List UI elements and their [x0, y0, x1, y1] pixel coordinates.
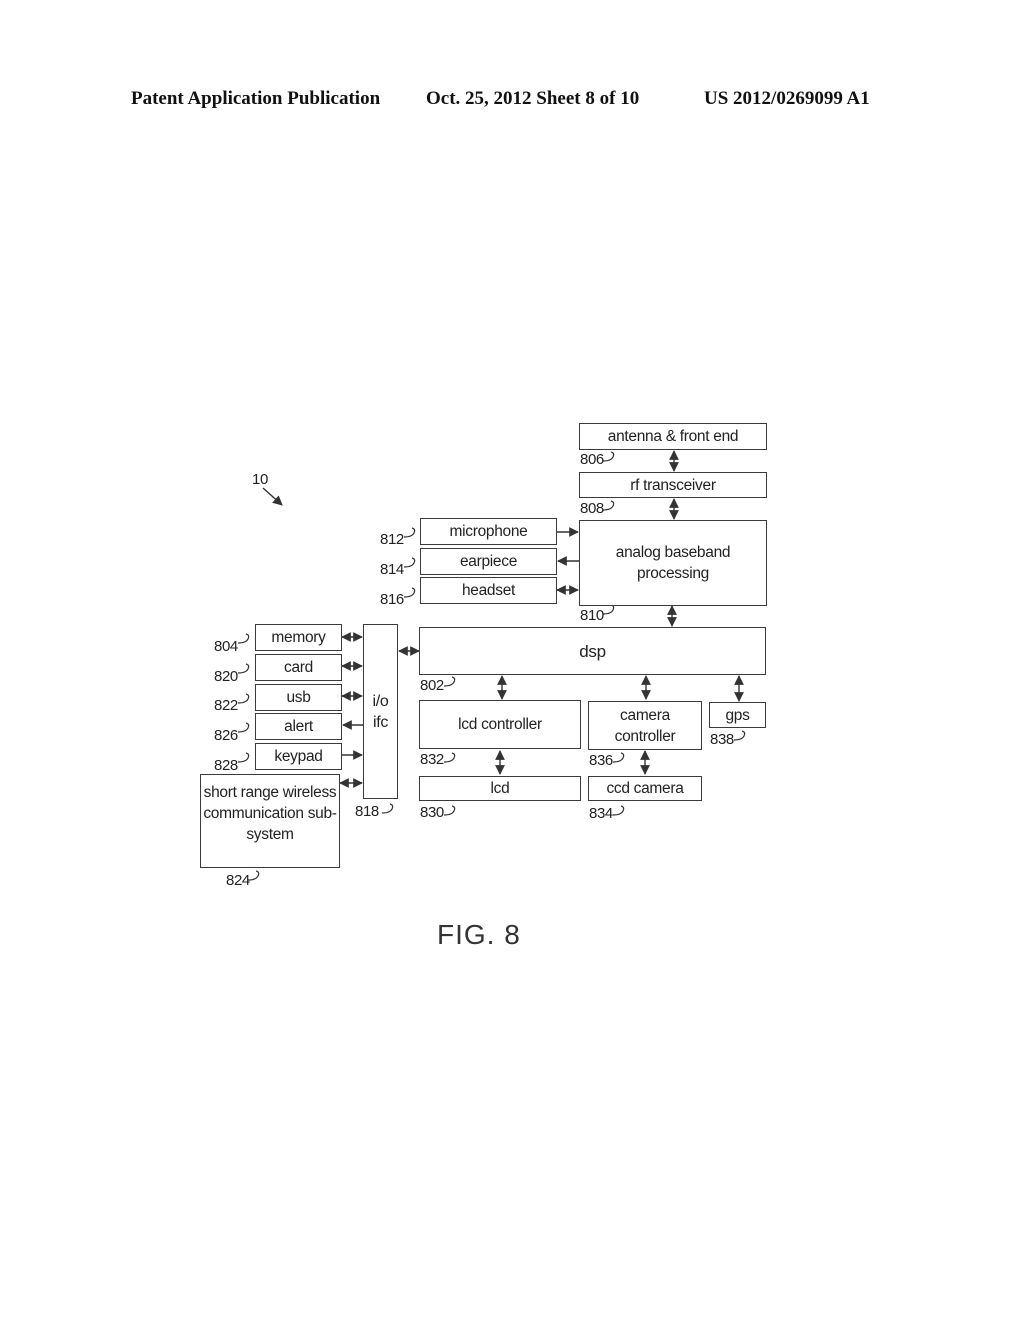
- figure-caption: FIG. 8: [437, 919, 521, 950]
- lcd-ref: 830: [420, 804, 444, 821]
- short-range-wireless-block: short range wireless communication sub-s…: [200, 774, 340, 868]
- io-interface-ref: 818: [355, 803, 379, 820]
- card-block: card: [255, 654, 342, 681]
- device-reference-numeral: 10: [252, 471, 268, 488]
- lcd-block: lcd: [419, 776, 581, 801]
- rf-transceiver-block: rf transceiver: [579, 472, 767, 498]
- alert-ref: 826: [214, 727, 238, 744]
- keypad-block: keypad: [255, 743, 342, 770]
- memory-block: memory: [255, 624, 342, 651]
- dsp-ref: 802: [420, 677, 444, 694]
- device-pointer-arrow: [262, 487, 283, 506]
- keypad-ref: 828: [214, 757, 238, 774]
- io-interface-block: i/o ifc: [363, 624, 398, 799]
- usb-ref: 822: [214, 697, 238, 714]
- card-ref: 820: [214, 668, 238, 685]
- lcd-controller-block: lcd controller: [419, 700, 581, 749]
- earpiece-block: earpiece: [420, 548, 557, 575]
- usb-block: usb: [255, 684, 342, 711]
- dsp-block: dsp: [419, 627, 766, 675]
- gps-block: gps: [709, 702, 766, 728]
- memory-ref: 804: [214, 638, 238, 655]
- ccd-camera-block: ccd camera: [588, 776, 702, 801]
- short-range-wireless-ref: 824: [226, 872, 250, 889]
- alert-block: alert: [255, 713, 342, 740]
- antenna-ref: 806: [580, 451, 604, 468]
- camera-controller-ref: 836: [589, 752, 613, 769]
- headset-ref: 816: [380, 591, 404, 608]
- ccd-camera-ref: 834: [589, 805, 613, 822]
- microphone-block: microphone: [420, 518, 557, 545]
- earpiece-ref: 814: [380, 561, 404, 578]
- analog-baseband-ref: 810: [580, 607, 604, 624]
- rf-transceiver-ref: 808: [580, 500, 604, 517]
- antenna-front-end-block: antenna & front end: [579, 423, 767, 450]
- camera-controller-block: camera controller: [588, 701, 702, 750]
- lcd-controller-ref: 832: [420, 751, 444, 768]
- analog-baseband-block: analog baseband processing: [579, 520, 767, 606]
- headset-block: headset: [420, 577, 557, 604]
- microphone-ref: 812: [380, 531, 404, 548]
- gps-ref: 838: [710, 731, 734, 748]
